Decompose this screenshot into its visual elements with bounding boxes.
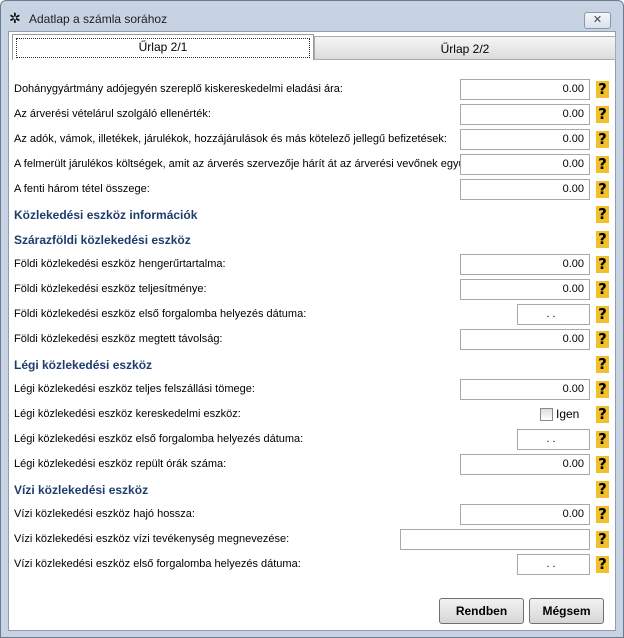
form-row: Vízi közlekedési eszköz első forgalomba … [14, 554, 614, 576]
field-label: A fenti három tétel összege: [14, 183, 150, 195]
field-label: Légi közlekedési eszköz első forgalomba … [14, 433, 304, 445]
number-input[interactable]: 0.00 [460, 79, 590, 100]
field-label: Dohánygyártmány adójegyén szereplő kiske… [14, 83, 343, 95]
field-label: Az árverési vételárul szolgáló ellenérté… [14, 108, 211, 120]
dialog-body: Űrlap 2/1 Űrlap 2/2 Dohánygyártmány adój… [8, 31, 616, 631]
field-label: Légi közlekedési eszköz teljes felszállá… [14, 383, 255, 395]
number-input[interactable]: 0.00 [460, 154, 590, 175]
date-input[interactable]: . . [517, 554, 590, 575]
dialog-window: ✲ Adatlap a számla sorához ✕ Űrlap 2/1 Ű… [0, 0, 624, 638]
app-icon: ✲ [9, 10, 21, 26]
field-label: Földi közlekedési eszköz megtett távolsá… [14, 333, 223, 345]
field-label: Légi közlekedési eszköz repült órák szám… [14, 458, 227, 470]
form-row: Légi közlekedési eszköz repült órák szám… [14, 454, 614, 476]
help-icon[interactable]: ? [596, 281, 609, 298]
field-label: Földi közlekedési eszköz hengerűrtartalm… [14, 258, 226, 270]
section-header: Közlekedési eszköz információk? [14, 204, 614, 226]
section-title: Vízi közlekedési eszköz [14, 483, 149, 497]
number-input[interactable]: 0.00 [460, 504, 590, 525]
date-input[interactable]: . . [517, 429, 590, 450]
help-icon[interactable]: ? [596, 456, 609, 473]
form-row: Az árverési vételárul szolgáló ellenérté… [14, 104, 614, 126]
help-icon[interactable]: ? [596, 106, 609, 123]
form-row: Dohánygyártmány adójegyén szereplő kiske… [14, 79, 614, 101]
help-icon[interactable]: ? [596, 406, 609, 423]
help-icon[interactable]: ? [596, 231, 609, 248]
section-header: Légi közlekedési eszköz? [14, 354, 614, 376]
field-label: Földi közlekedési eszköz első forgalomba… [14, 308, 307, 320]
help-icon[interactable]: ? [596, 381, 609, 398]
field-label: A felmerült járulékos költségek, amit az… [14, 158, 466, 170]
igen-checkbox[interactable] [540, 408, 553, 421]
field-label: Vízi közlekedési eszköz hajó hossza: [14, 508, 195, 520]
help-icon[interactable]: ? [596, 131, 609, 148]
field-label: Az adók, vámok, illetékek, járulékok, ho… [14, 133, 447, 145]
number-input[interactable]: 0.00 [460, 254, 590, 275]
field-label: Légi közlekedési eszköz kereskedelmi esz… [14, 408, 241, 420]
form-row: Az adók, vámok, illetékek, járulékok, ho… [14, 129, 614, 151]
form-row: Vízi közlekedési eszköz vízi tevékenység… [14, 529, 614, 551]
form-row: A felmerült járulékos költségek, amit az… [14, 154, 614, 176]
text-input[interactable] [400, 529, 590, 550]
form-row: Légi közlekedési eszköz első forgalomba … [14, 429, 614, 451]
help-icon[interactable]: ? [596, 556, 609, 573]
form-row: Földi közlekedési eszköz hengerűrtartalm… [14, 254, 614, 276]
number-input[interactable]: 0.00 [460, 279, 590, 300]
help-icon[interactable]: ? [596, 256, 609, 273]
form-row: Földi közlekedési eszköz első forgalomba… [14, 304, 614, 326]
date-input[interactable]: . . [517, 304, 590, 325]
form-row: Vízi közlekedési eszköz hajó hossza: 0.00… [14, 504, 614, 526]
help-icon[interactable]: ? [596, 206, 609, 223]
tab-label: Űrlap 2/1 [16, 38, 310, 58]
field-label: Vízi közlekedési eszköz vízi tevékenység… [14, 533, 290, 545]
help-icon[interactable]: ? [596, 181, 609, 198]
help-icon[interactable]: ? [596, 431, 609, 448]
help-icon[interactable]: ? [596, 506, 609, 523]
number-input[interactable]: 0.00 [460, 379, 590, 400]
tab-urlap-2-2[interactable]: Űrlap 2/2 [314, 36, 616, 60]
number-input[interactable]: 0.00 [460, 329, 590, 350]
form-row: Földi közlekedési eszköz teljesítménye: 0… [14, 279, 614, 301]
form-row: Légi közlekedési eszköz kereskedelmi esz… [14, 404, 614, 426]
cancel-button[interactable]: Mégsem [529, 598, 604, 624]
window-title: Adatlap a számla sorához [29, 12, 168, 26]
form-row: A fenti három tétel összege: 0.00? [14, 179, 614, 201]
help-icon[interactable]: ? [596, 306, 609, 323]
form-row: Légi közlekedési eszköz teljes felszállá… [14, 379, 614, 401]
checkbox-label[interactable]: Igen [556, 407, 579, 421]
form-row: Földi közlekedési eszköz megtett távolsá… [14, 329, 614, 351]
section-header: Vízi közlekedési eszköz? [14, 479, 614, 501]
number-input[interactable]: 0.00 [460, 104, 590, 125]
ok-button[interactable]: Rendben [439, 598, 524, 624]
title-bar: ✲ Adatlap a számla sorához ✕ [1, 1, 623, 31]
help-icon[interactable]: ? [596, 356, 609, 373]
help-icon[interactable]: ? [596, 531, 609, 548]
field-label: Földi közlekedési eszköz teljesítménye: [14, 283, 207, 295]
section-title: Szárazföldi közlekedési eszköz [14, 233, 191, 247]
section-title: Közlekedési eszköz információk [14, 208, 198, 222]
number-input[interactable]: 0.00 [460, 129, 590, 150]
number-input[interactable]: 0.00 [460, 454, 590, 475]
number-input[interactable]: 0.00 [460, 179, 590, 200]
tab-urlap-2-1[interactable]: Űrlap 2/1 [12, 34, 314, 60]
help-icon[interactable]: ? [596, 481, 609, 498]
close-button[interactable]: ✕ [584, 12, 611, 29]
section-header: Szárazföldi közlekedési eszköz? [14, 229, 614, 251]
help-icon[interactable]: ? [596, 81, 609, 98]
help-icon[interactable]: ? [596, 331, 609, 348]
field-label: Vízi közlekedési eszköz első forgalomba … [14, 558, 301, 570]
section-title: Légi közlekedési eszköz [14, 358, 153, 372]
help-icon[interactable]: ? [596, 156, 609, 173]
